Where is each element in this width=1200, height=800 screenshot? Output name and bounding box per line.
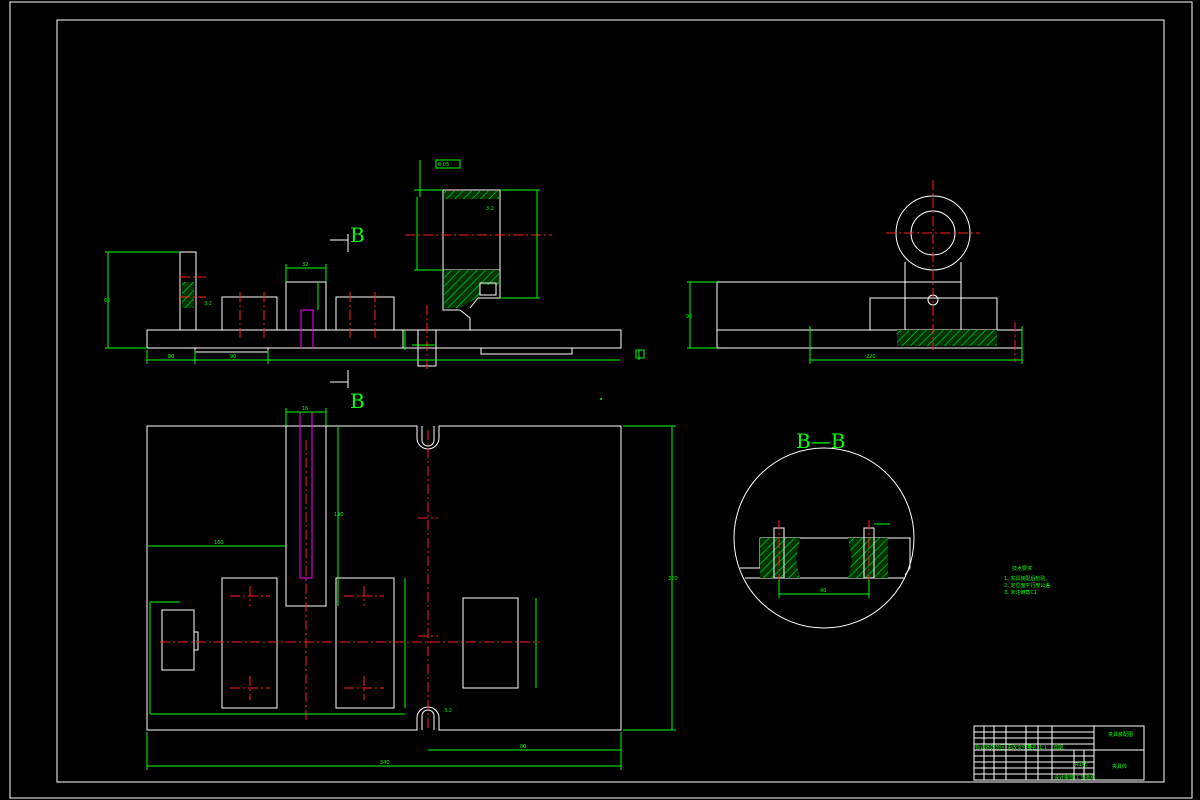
- title-block-bottom-2: 审核: [1064, 774, 1074, 781]
- notes-line-2: 2. 定位面平行度公差.: [1004, 582, 1052, 589]
- sheet-inner-border: [56, 19, 1165, 783]
- title-block-label-2: 处数: [985, 744, 995, 751]
- dim-right-length: 220: [866, 354, 876, 360]
- dim-slot-width: 16: [302, 406, 308, 412]
- section-mark-top: B: [350, 223, 365, 247]
- notes-line-3: 3. 未注倒角C1.: [1004, 589, 1039, 596]
- section-bb-view: [733, 447, 915, 629]
- dim-bb-width: 40: [820, 588, 826, 594]
- stray-point: [600, 398, 602, 400]
- title-block-drawing-no: 夹具体: [1112, 763, 1127, 770]
- title-block-label-3: 分区: [995, 744, 1005, 751]
- roughness-mark-3: 3.2: [444, 708, 452, 714]
- dim-top-tol: 0.05: [438, 162, 449, 168]
- section-mark-bottom: B: [350, 389, 365, 413]
- title-block-bottom-1: 设计: [1054, 774, 1064, 781]
- dim-plan-height: 300: [668, 576, 678, 582]
- dim-plan-e: 190: [334, 512, 344, 518]
- notes-title: 技术要求: [1012, 565, 1032, 572]
- title-block-label-6: 日期: [1053, 745, 1063, 751]
- plan-view: [146, 408, 676, 770]
- roughness-mark-2: 3.2: [204, 301, 212, 307]
- notes-line-1: 1. 夹具装配后检验.: [1004, 575, 1047, 582]
- dim-block-w: 32: [302, 262, 308, 268]
- title-block-name: 夹具装配图: [1108, 731, 1133, 738]
- technical-notes: 技术要求 1. 夹具装配后检验. 2. 定位面平行度公差. 3. 未注倒角C1.: [1004, 565, 1052, 596]
- title-block-label-5: 签名: [1027, 744, 1037, 751]
- title-block-sheet: 共1张: [1074, 761, 1087, 768]
- dim-plan-length: 340: [380, 760, 390, 766]
- title-block-bottom-4: 批准: [1085, 774, 1095, 781]
- cad-drawing-canvas[interactable]: B B 60 80 90 32 0.05 3.2 3.2 90 220 160 …: [0, 0, 1200, 800]
- dim-plan-width: 160: [214, 540, 224, 546]
- front-view: [105, 159, 645, 388]
- title-block-bottom-3: 工艺: [1075, 775, 1085, 781]
- dim-front-w2: 90: [230, 354, 236, 360]
- title-block-scale: 1:1: [1039, 745, 1047, 751]
- side-view: [687, 180, 1023, 364]
- dim-front-w1: 80: [168, 354, 174, 360]
- dim-plan-d: 80: [520, 744, 526, 750]
- dim-front-height: 60: [104, 298, 110, 304]
- roughness-mark-1: 3.2: [486, 206, 494, 212]
- title-block-label-1: 标记: [975, 744, 985, 751]
- dim-right-height: 90: [686, 314, 692, 320]
